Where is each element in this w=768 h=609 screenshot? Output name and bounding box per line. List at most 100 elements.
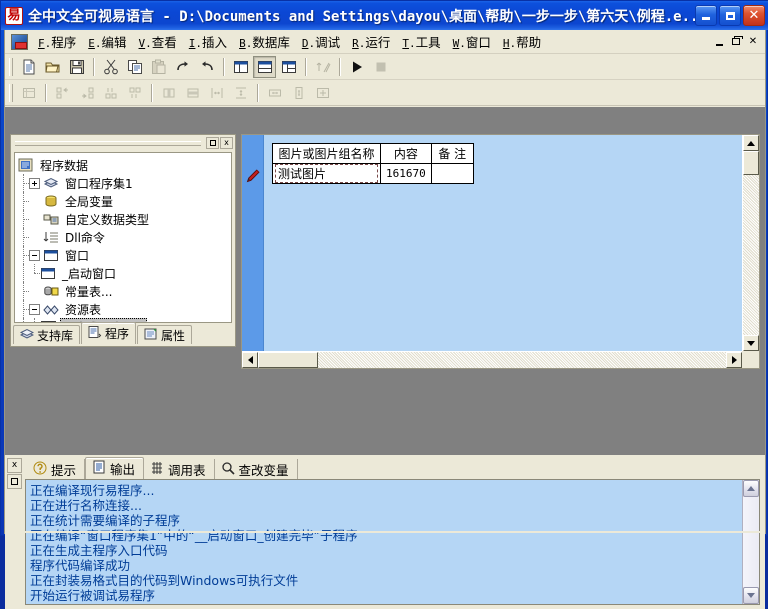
menu-item-debug[interactable]: D.调试 — [296, 29, 346, 54]
tree-close-button[interactable]: x — [220, 137, 233, 149]
menu-item-run[interactable]: R.运行 — [346, 29, 396, 54]
align-bottom-icon[interactable] — [123, 82, 146, 104]
layout-left-icon[interactable] — [229, 56, 252, 78]
tree-node-label: 窗口程序集1 — [63, 175, 135, 192]
scroll-down-button[interactable] — [743, 587, 759, 604]
custom-type-icon — [43, 212, 60, 227]
table-row[interactable]: 测试图片 161670 — [273, 164, 474, 184]
menu-item-insert[interactable]: I.插入 — [183, 29, 233, 54]
tab-support-library[interactable]: 支持库 — [13, 325, 80, 344]
document-system-icon[interactable] — [11, 34, 28, 50]
tree-node-custom-type[interactable]: 自定义数据类型 — [18, 210, 231, 228]
center-vertical-icon[interactable] — [181, 82, 204, 104]
output-log-text: 正在编译现行易程序... 正在进行名称连接... 正在统计需要编译的子程序 正在… — [30, 483, 741, 605]
resource-editor-window: 图片或图片组名称 内容 备 注 测试图片 161670 — [241, 134, 760, 369]
menu-item-database[interactable]: B.数据库 — [233, 29, 296, 54]
menu-item-view[interactable]: V.查看 — [133, 29, 183, 54]
space-horizontal-icon[interactable] — [205, 82, 228, 104]
edit-tool-icon[interactable] — [311, 56, 334, 78]
space-vertical-icon[interactable] — [229, 82, 252, 104]
tree-node-resource-table[interactable]: 资源表 — [18, 300, 231, 318]
scroll-thumb[interactable] — [743, 151, 759, 175]
mdi-restore-button[interactable] — [728, 34, 744, 49]
toolbar-grip[interactable] — [9, 84, 13, 102]
column-header-name[interactable]: 图片或图片组名称 — [273, 144, 381, 164]
scroll-up-button[interactable] — [743, 135, 759, 151]
cell-content[interactable]: 161670 — [381, 164, 432, 184]
scrollbar-corner — [742, 351, 759, 368]
tree-node-global-variable[interactable]: 全局变量 — [18, 192, 231, 210]
menu-item-tools[interactable]: T.工具 — [396, 29, 446, 54]
menu-item-program[interactable]: F.程序 — [32, 29, 82, 54]
picture-resource-table[interactable]: 图片或图片组名称 内容 备 注 测试图片 161670 — [272, 143, 474, 184]
undo-icon[interactable] — [195, 56, 218, 78]
toolbar-grip[interactable] — [9, 58, 13, 76]
scroll-thumb[interactable] — [258, 352, 318, 368]
cell-name[interactable]: 测试图片 — [273, 164, 381, 184]
layout-mixed-icon[interactable] — [277, 56, 300, 78]
grid-icon[interactable] — [17, 82, 40, 104]
scroll-left-button[interactable] — [242, 352, 258, 368]
same-height-icon[interactable] — [287, 82, 310, 104]
tree-node-dll-command[interactable]: Dll命令 — [18, 228, 231, 246]
tab-hint[interactable]: 提示 — [27, 459, 85, 479]
new-icon[interactable] — [17, 56, 40, 78]
expand-button[interactable] — [29, 178, 40, 189]
resource-editor-canvas[interactable]: 图片或图片组名称 内容 备 注 测试图片 161670 — [264, 135, 742, 351]
redo-icon[interactable] — [171, 56, 194, 78]
scroll-down-button[interactable] — [743, 335, 759, 351]
menu-item-help[interactable]: H.帮助 — [497, 29, 547, 54]
editor-gutter[interactable] — [242, 135, 264, 351]
tree-restore-button[interactable] — [206, 137, 219, 149]
mdi-minimize-button[interactable] — [711, 34, 727, 49]
mdi-close-button[interactable]: ✕ — [745, 34, 761, 49]
same-width-icon[interactable] — [263, 82, 286, 104]
column-header-content[interactable]: 内容 — [381, 144, 432, 164]
close-panel-button[interactable]: x — [7, 458, 22, 473]
close-button[interactable]: ✕ — [743, 5, 765, 26]
copy-icon[interactable] — [123, 56, 146, 78]
column-header-note[interactable]: 备 注 — [431, 144, 473, 164]
output-vertical-scrollbar[interactable] — [742, 480, 759, 604]
editor-vertical-scrollbar[interactable] — [742, 135, 759, 351]
tab-call-table[interactable]: 调用表 — [144, 459, 215, 479]
scroll-track[interactable] — [258, 352, 726, 368]
cell-note[interactable] — [431, 164, 473, 184]
collapse-button[interactable] — [29, 304, 40, 315]
align-top-icon[interactable] — [99, 82, 122, 104]
editor-horizontal-scrollbar[interactable] — [242, 351, 742, 368]
stop-icon[interactable] — [369, 56, 392, 78]
align-left-icon[interactable] — [51, 82, 74, 104]
paste-icon[interactable] — [147, 56, 170, 78]
scroll-track[interactable] — [743, 497, 759, 587]
collapse-button[interactable] — [29, 250, 40, 261]
tab-properties[interactable]: 属性 — [137, 325, 192, 344]
align-right-icon[interactable] — [75, 82, 98, 104]
maximize-panel-button[interactable] — [7, 474, 22, 489]
minimize-button[interactable] — [695, 5, 717, 26]
output-log[interactable]: 正在编译现行易程序... 正在进行名称连接... 正在统计需要编译的子程序 正在… — [25, 479, 760, 605]
menu-item-edit[interactable]: E.编辑 — [82, 29, 132, 54]
tree-node-startup-form[interactable]: _启动窗口 — [18, 264, 231, 282]
program-tree[interactable]: 程序数据 窗口程序集1 — [14, 152, 232, 323]
layout-top-icon[interactable] — [253, 56, 276, 78]
tree-node-window[interactable]: 窗口 — [18, 246, 231, 264]
tree-node-program-set[interactable]: 窗口程序集1 — [18, 174, 231, 192]
menu-item-window[interactable]: W.窗口 — [447, 29, 497, 54]
open-icon[interactable] — [41, 56, 64, 78]
scroll-right-button[interactable] — [726, 352, 742, 368]
cut-icon[interactable] — [99, 56, 122, 78]
tree-node-constant-table[interactable]: 常量表... — [18, 282, 231, 300]
tree-node-program-data[interactable]: 程序数据 — [18, 156, 231, 174]
tab-search-variable[interactable]: 查改变量 — [215, 459, 298, 479]
run-icon[interactable] — [345, 56, 368, 78]
same-size-icon[interactable] — [311, 82, 334, 104]
scroll-up-button[interactable] — [743, 480, 759, 497]
tab-label: 输出 — [110, 459, 135, 478]
tab-output[interactable]: 输出 — [85, 457, 144, 479]
scroll-track[interactable] — [743, 151, 759, 335]
save-icon[interactable] — [65, 56, 88, 78]
tab-program[interactable]: 程序 — [81, 322, 136, 344]
center-horizontal-icon[interactable] — [157, 82, 180, 104]
maximize-button[interactable] — [719, 5, 741, 26]
